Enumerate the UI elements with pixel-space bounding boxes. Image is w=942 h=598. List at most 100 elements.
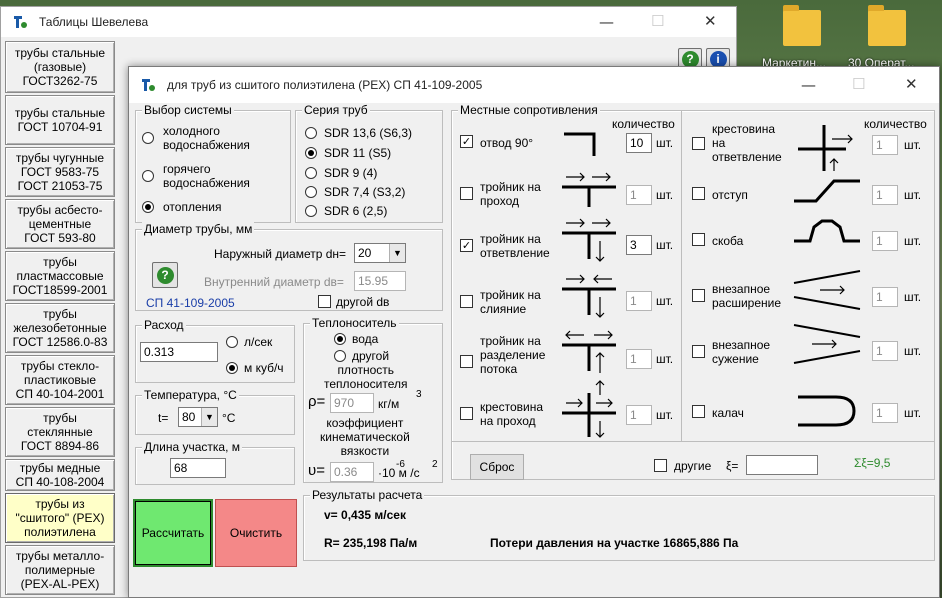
density-field[interactable]: 970 xyxy=(330,393,374,413)
minimize-button[interactable]: — xyxy=(599,13,614,31)
minimize-button[interactable]: — xyxy=(801,76,816,94)
flow-unit-radio[interactable] xyxy=(226,362,238,374)
unit-label: шт. xyxy=(904,406,922,420)
tee-pass-checkbox[interactable] xyxy=(460,187,473,200)
tee-split-checkbox[interactable] xyxy=(460,355,473,368)
pipe-asbestos-button[interactable]: трубы асбесто- цементные ГОСТ 593-80 xyxy=(5,199,115,249)
row-divider xyxy=(452,441,934,442)
cross-branch-qty-field[interactable]: 1 xyxy=(872,135,898,155)
pipe-steel-button[interactable]: трубы стальные ГОСТ 10704-91 xyxy=(5,95,115,145)
u-bend-qty-field[interactable]: 1 xyxy=(872,403,898,423)
offset-qty-field[interactable]: 1 xyxy=(872,185,898,205)
select-value: 80 xyxy=(182,410,196,424)
tee-split-qty-field[interactable]: 1 xyxy=(626,349,652,369)
pipe-steel-gas-button[interactable]: трубы стальные (газовые) ГОСТ3262-75 xyxy=(5,41,115,93)
inner-diameter-field[interactable]: 15.95 xyxy=(354,271,406,291)
pipe-cast-iron-button[interactable]: трубы чугунные ГОСТ 9583-75 ГОСТ 21053-7… xyxy=(5,147,115,197)
pipe-glass-button[interactable]: трубы стеклянные ГОСТ 8894-86 xyxy=(5,407,115,457)
resistance-label: калач xyxy=(712,406,744,420)
standard-link[interactable]: СП 41-109-2005 xyxy=(146,296,235,310)
temperature-select[interactable]: 80 ▼ xyxy=(178,407,218,427)
close-button[interactable]: ✕ xyxy=(905,75,918,93)
main-window-titlebar[interactable]: для труб из сшитого полиэтилена (PEX) СП… xyxy=(129,67,939,103)
resistance-label: тройник на разделение потока xyxy=(480,334,546,376)
series-radio[interactable] xyxy=(305,127,317,139)
resistance-label: крестовина на проход xyxy=(480,400,544,428)
diameter-help-button[interactable]: ? xyxy=(152,262,178,288)
xi-field[interactable] xyxy=(746,455,818,475)
button-label: трубы чугунные ГОСТ 9583-75 ГОСТ 21053-7… xyxy=(15,151,105,193)
other-resistance-checkbox[interactable] xyxy=(654,459,667,472)
bracket-checkbox[interactable] xyxy=(692,233,705,246)
length-field[interactable]: 68 xyxy=(170,458,226,478)
window-content: Выбор системы холодного водоснабжения го… xyxy=(129,103,939,597)
folder-icon[interactable] xyxy=(868,5,906,46)
button-label: трубы медные СП 40-108-2004 xyxy=(15,461,105,489)
u-bend-checkbox[interactable] xyxy=(692,405,705,418)
tee-merge-symbol-icon xyxy=(562,274,616,318)
folder-icon[interactable] xyxy=(783,5,821,46)
cross-pass-checkbox[interactable] xyxy=(460,407,473,420)
main-window: для труб из сшитого полиэтилена (PEX) СП… xyxy=(128,66,940,598)
back-window-title: Таблицы Шевелева xyxy=(39,15,149,29)
series-radio[interactable] xyxy=(305,205,317,217)
tee-branch-qty-field[interactable]: 3 xyxy=(626,235,652,255)
viscosity-field[interactable]: 0.36 xyxy=(330,462,374,482)
series-radio[interactable] xyxy=(305,186,317,198)
pipe-glass-plastic-button[interactable]: трубы стекло- пластиковые СП 40-104-2001 xyxy=(5,355,115,405)
coolant-other-radio[interactable] xyxy=(334,350,346,362)
contraction-qty-field[interactable]: 1 xyxy=(872,341,898,361)
back-window-titlebar[interactable]: Таблицы Шевелева xyxy=(1,7,736,37)
coolant-water-radio[interactable] xyxy=(334,333,346,345)
pipe-plastic-button[interactable]: трубы пластмассовые ГОСТ18599-2001 xyxy=(5,251,115,301)
offset-checkbox[interactable] xyxy=(692,187,705,200)
pipe-pex-button[interactable]: трубы из "сшитого" (PEX) полиэтилена xyxy=(5,493,115,543)
system-hot-radio[interactable] xyxy=(142,170,154,182)
xi-label: ξ= xyxy=(726,459,739,473)
reset-button[interactable]: Сброс xyxy=(470,454,524,480)
series-radio[interactable] xyxy=(305,147,317,159)
maximize-button[interactable]: ☐ xyxy=(852,75,865,93)
system-cold-radio[interactable] xyxy=(142,132,154,144)
flow-field[interactable]: 0.313 xyxy=(140,342,218,362)
chevron-down-icon: ▼ xyxy=(201,408,217,426)
tee-merge-checkbox[interactable] xyxy=(460,295,473,308)
tee-merge-qty-field[interactable]: 1 xyxy=(626,291,652,311)
unit-label: шт. xyxy=(904,344,922,358)
pipe-copper-button[interactable]: трубы медные СП 40-108-2004 xyxy=(5,459,115,491)
tee-branch-checkbox[interactable]: ✓ xyxy=(460,239,473,252)
pipe-pex-al-pex-button[interactable]: трубы металло- полимерные (PEX-AL-PEX) xyxy=(5,545,115,595)
cross-branch-checkbox[interactable] xyxy=(692,137,705,150)
elbow-symbol-icon xyxy=(564,132,596,156)
viscosity-exponent: -6 xyxy=(396,459,405,470)
cross-pass-qty-field[interactable]: 1 xyxy=(626,405,652,425)
calculate-button[interactable]: Рассчитать xyxy=(133,499,213,567)
unit-label: шт. xyxy=(904,290,922,304)
bracket-qty-field[interactable]: 1 xyxy=(872,231,898,251)
results-group: Результаты расчета v= 0,435 м/сек R= 235… xyxy=(303,488,935,561)
series-radio[interactable] xyxy=(305,167,317,179)
resistance-label: внезапное расширение xyxy=(712,282,782,310)
flow-unit-radio[interactable] xyxy=(226,336,238,348)
length-group: Длина участка, м 68 xyxy=(135,440,295,485)
expansion-qty-field[interactable]: 1 xyxy=(872,287,898,307)
tee-pass-qty-field[interactable]: 1 xyxy=(626,185,652,205)
button-label: трубы стальные (газовые) ГОСТ3262-75 xyxy=(14,46,106,88)
velocity-result: v= 0,435 м/сек xyxy=(324,508,406,522)
viscosity-exponent: 2 xyxy=(432,459,438,470)
outer-diameter-select[interactable]: 20 ▼ xyxy=(354,243,406,263)
contraction-checkbox[interactable] xyxy=(692,345,705,358)
system-heating-radio[interactable] xyxy=(142,201,154,213)
temperature-group: Температура, °С t= 80 ▼ °С xyxy=(135,388,295,435)
elbow-qty-field[interactable]: 10 xyxy=(626,133,652,153)
resistance-label: тройник на слияние xyxy=(480,288,541,316)
pipe-concrete-button[interactable]: трубы железобетонные ГОСТ 12586.0-83 xyxy=(5,303,115,353)
expansion-checkbox[interactable] xyxy=(692,289,705,302)
close-button[interactable]: ✕ xyxy=(704,12,717,30)
flow-group: Расход 0.313 л/сек м куб/ч xyxy=(135,318,295,383)
elbow-checkbox[interactable]: ✓ xyxy=(460,135,473,148)
radio-label: SDR 11 (S5) xyxy=(324,146,392,160)
clear-button[interactable]: Очистить xyxy=(215,499,297,567)
maximize-button[interactable]: ☐ xyxy=(651,12,664,30)
other-diameter-checkbox[interactable] xyxy=(318,295,331,308)
